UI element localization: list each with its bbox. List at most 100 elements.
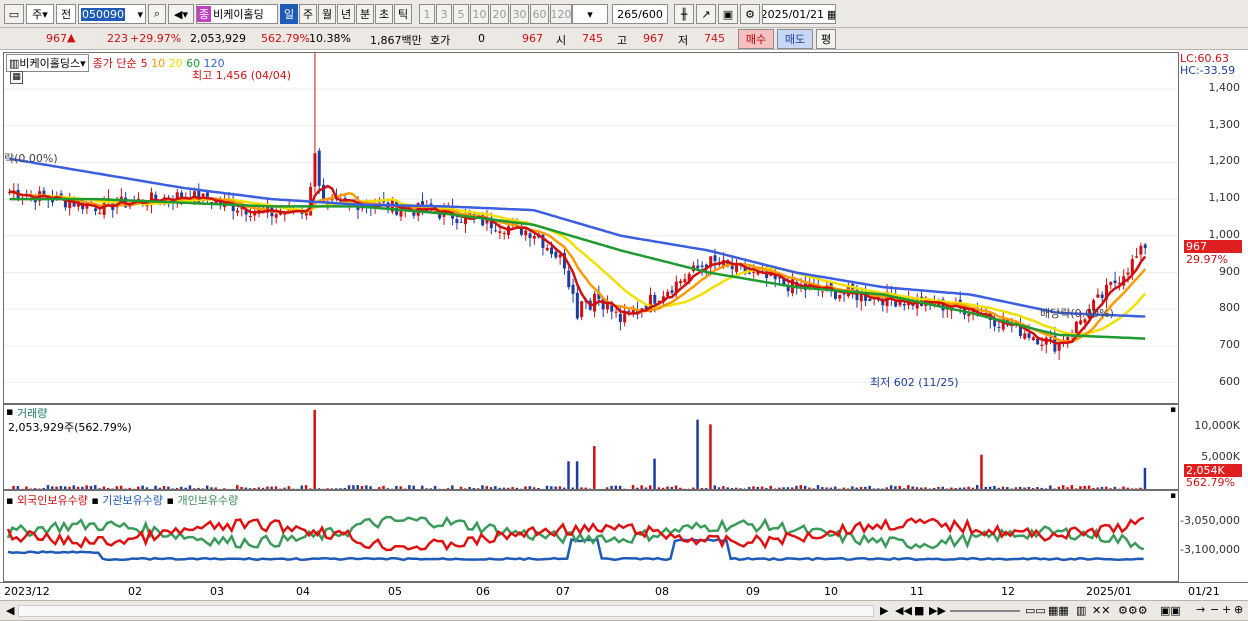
- minute-button[interactable]: 30: [510, 4, 529, 24]
- search-icon[interactable]: ⌕: [148, 4, 166, 24]
- volume-bar: [722, 486, 725, 489]
- market-value: 주: [32, 8, 43, 21]
- holdings-panel[interactable]: ▪ 외국인보유수량 ▪ 기관보유수량 ▪ 개인보유수량 ▪: [3, 490, 1179, 582]
- minute-button[interactable]: 1: [419, 4, 435, 24]
- volume-bar: [851, 486, 854, 489]
- interval-select[interactable]: ▾: [572, 4, 608, 24]
- volume-bar: [115, 486, 119, 489]
- period-type-select[interactable]: 전: [56, 4, 76, 24]
- ex-rights-label: 락(0.00%): [4, 152, 58, 165]
- save-icon[interactable]: ▣: [718, 4, 738, 24]
- volume-bar: [945, 488, 949, 489]
- zoom-slider[interactable]: [950, 610, 1020, 612]
- low-label: 저: [678, 34, 689, 47]
- volume-bar: [274, 486, 278, 489]
- x-axis-label: 06: [476, 585, 490, 598]
- split-icon[interactable]: ▥: [1076, 604, 1086, 617]
- minute-button[interactable]: 5: [453, 4, 469, 24]
- volume-bar: [1040, 487, 1043, 489]
- calendar-icon[interactable]: ▦: [824, 8, 835, 21]
- candle-body: [1040, 344, 1044, 347]
- window-icon[interactable]: ▭: [4, 4, 24, 24]
- move-icon[interactable]: ⊕: [1234, 603, 1243, 616]
- volume-bar: [1104, 486, 1108, 489]
- grid-icon[interactable]: ▦▦: [1048, 604, 1069, 617]
- candle-body: [248, 215, 252, 217]
- timeframe-button[interactable]: 초: [375, 4, 393, 24]
- volume-bar: [119, 485, 123, 489]
- price-tick: 1,200: [1208, 154, 1241, 168]
- volume-bar: [89, 486, 93, 489]
- count-field[interactable]: 265/600: [612, 4, 668, 24]
- open-label: 시: [556, 34, 567, 47]
- volume-bar: [773, 488, 777, 489]
- chart-title[interactable]: ▥비케이홀딩스▾: [6, 54, 89, 72]
- candle-body: [571, 284, 575, 294]
- camera-icon[interactable]: ▣▣: [1160, 604, 1181, 617]
- x-axis-label: 03: [210, 585, 224, 598]
- average-button[interactable]: 평: [816, 29, 836, 49]
- scroll-right-icon[interactable]: ▶: [880, 604, 888, 617]
- volume-bar: [244, 487, 248, 489]
- crosshair-icon[interactable]: ✕✕: [1092, 604, 1110, 617]
- arrow-icon[interactable]: →: [1196, 603, 1205, 616]
- volume-bar: [459, 486, 463, 489]
- minute-button[interactable]: 60: [530, 4, 549, 24]
- chart-type-icon[interactable]: ╫: [674, 4, 694, 24]
- code-input[interactable]: 050090 ▾: [78, 4, 146, 24]
- holdings-close-icon[interactable]: ▪: [1170, 491, 1176, 501]
- stock-name-field[interactable]: 종 비케이홀딩: [196, 4, 278, 24]
- settings-icon[interactable]: ⚙: [740, 4, 760, 24]
- rewind-icon[interactable]: ◀◀: [895, 604, 912, 617]
- timeframe-button[interactable]: 주: [299, 4, 317, 24]
- price-chart[interactable]: [4, 53, 1178, 403]
- scroll-left-icon[interactable]: ◀: [6, 604, 14, 617]
- timeframe-button[interactable]: 년: [337, 4, 355, 24]
- volume-bar: [855, 487, 858, 489]
- date-field[interactable]: 2025/01/21▦: [762, 4, 836, 24]
- minute-button[interactable]: 120: [550, 4, 572, 24]
- volume-bar: [16, 486, 20, 489]
- buy-button[interactable]: 매수: [738, 29, 774, 49]
- tools-icon[interactable]: ⚙⚙⚙: [1118, 604, 1148, 617]
- candle-body: [1109, 282, 1113, 285]
- volume-panel[interactable]: ▪ 거래량 2,053,929주(562.79%) ▪: [3, 404, 1179, 490]
- timeframe-button[interactable]: 일: [280, 4, 298, 24]
- stop-icon[interactable]: ■: [914, 604, 924, 617]
- draw-tool-icon[interactable]: ↗: [696, 4, 716, 24]
- scrollbar-track[interactable]: [18, 605, 874, 617]
- zoom-out-icon[interactable]: −: [1210, 603, 1219, 616]
- candle-body: [528, 233, 532, 238]
- volume-bar: [468, 487, 471, 489]
- forward-icon[interactable]: ▶▶: [929, 604, 946, 617]
- candle-body: [545, 247, 549, 251]
- candle-body: [1135, 256, 1139, 258]
- volume-bar: [528, 486, 532, 489]
- holdings-tick-3050000: -3,050,000: [1180, 514, 1240, 527]
- volume-bar: [1113, 486, 1117, 489]
- volume-bar: [980, 454, 983, 489]
- minute-button[interactable]: 3: [436, 4, 452, 24]
- volume-close-icon[interactable]: ▪: [1170, 405, 1176, 415]
- candle-body: [313, 153, 317, 187]
- volume-bar: [907, 485, 910, 489]
- candle-body: [575, 292, 579, 319]
- minute-button[interactable]: 10: [470, 4, 489, 24]
- price-panel[interactable]: ▥비케이홀딩스▾ 종가 단순 5 10 20 60 120 ▦ 최고 1,456…: [3, 52, 1179, 404]
- layout-icon[interactable]: ▭▭: [1025, 604, 1046, 617]
- indicator-icon[interactable]: ▦: [10, 71, 23, 84]
- zoom-in-icon[interactable]: +: [1222, 603, 1231, 616]
- timeframe-button[interactable]: 틱: [394, 4, 412, 24]
- minute-button[interactable]: 20: [490, 4, 509, 24]
- volume-chart[interactable]: [4, 405, 1178, 489]
- volume-bar: [55, 486, 58, 489]
- market-select[interactable]: 주 ▾: [26, 4, 54, 24]
- volume-bar: [1001, 486, 1005, 489]
- timeframe-button[interactable]: 월: [318, 4, 336, 24]
- sound-icon[interactable]: ◀▾: [168, 4, 194, 24]
- volume-bar: [1139, 487, 1142, 489]
- timeframe-button[interactable]: 분: [356, 4, 374, 24]
- candle-body: [274, 214, 278, 218]
- sell-button[interactable]: 매도: [777, 29, 813, 49]
- count-max: /600: [638, 7, 663, 21]
